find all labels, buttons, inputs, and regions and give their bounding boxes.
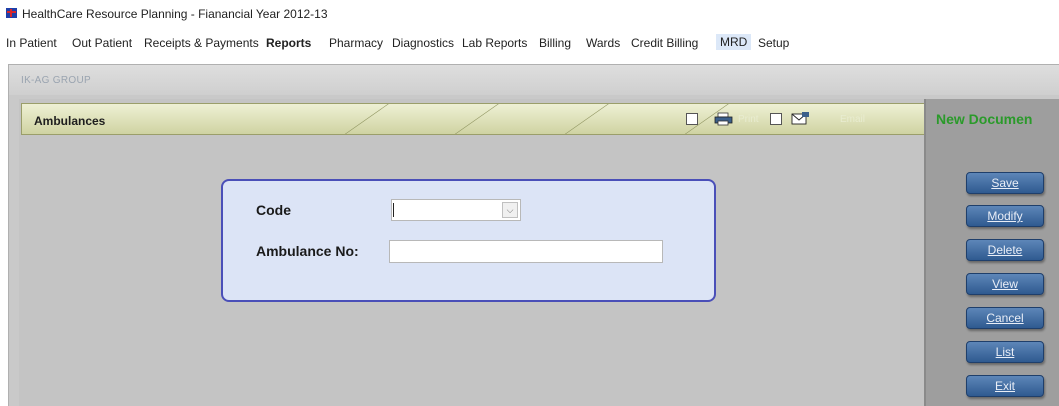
document-status: New Documen	[936, 111, 1033, 127]
action-panel: New Documen Save Modify Delete View Canc…	[924, 99, 1059, 406]
menu-diagnostics[interactable]: Diagnostics	[392, 36, 454, 50]
code-dropdown[interactable]: ⌵	[391, 199, 521, 221]
menu-billing[interactable]: Billing	[539, 36, 571, 50]
cancel-label: Cancel	[986, 311, 1024, 325]
menu-mrd[interactable]: MRD	[716, 34, 752, 50]
view-label: View	[992, 277, 1018, 291]
list-label: List	[995, 345, 1015, 359]
group-label: IK-AG GROUP	[21, 75, 91, 86]
ambulance-no-label: Ambulance No:	[256, 243, 359, 259]
print-checkbox[interactable]	[686, 113, 698, 125]
menu-in-patient[interactable]: In Patient	[6, 36, 57, 50]
chevron-down-icon[interactable]: ⌵	[502, 202, 518, 218]
ambulance-form: Code ⌵ Ambulance No:	[221, 179, 716, 302]
email-label: Email	[840, 114, 866, 125]
cancel-button[interactable]: Cancel	[966, 307, 1044, 329]
email-checkbox[interactable]	[770, 113, 782, 125]
menu-receipts-payments[interactable]: Receipts & Payments	[144, 36, 259, 50]
exit-button[interactable]: Exit	[966, 375, 1044, 397]
email-icon[interactable]	[790, 112, 810, 126]
menu-credit-billing[interactable]: Credit Billing	[631, 36, 698, 50]
code-label: Code	[256, 202, 291, 218]
menu-wards[interactable]: Wards	[586, 36, 620, 50]
delete-button[interactable]: Delete	[966, 239, 1044, 261]
print-label: Print	[738, 114, 759, 125]
module-title: Ambulances	[34, 114, 106, 128]
header-divider	[443, 104, 502, 134]
header-divider	[553, 104, 612, 134]
menu-reports[interactable]: Reports	[266, 36, 311, 50]
menu-pharmacy[interactable]: Pharmacy	[329, 36, 383, 50]
menu-lab-reports[interactable]: Lab Reports	[462, 36, 527, 50]
menu-bar: In Patient Out Patient Receipts & Paymen…	[0, 33, 1059, 55]
view-button[interactable]: View	[966, 273, 1044, 295]
modify-label: Modify	[987, 209, 1023, 223]
module-header-bar: Ambulances Print Email	[21, 103, 926, 135]
app-logo-icon	[6, 8, 17, 18]
list-button[interactable]: List	[966, 341, 1044, 363]
save-label: Save	[991, 176, 1019, 190]
printer-icon[interactable]	[714, 112, 734, 126]
menu-out-patient[interactable]: Out Patient	[72, 36, 132, 50]
text-caret	[393, 203, 394, 217]
window-title: HealthCare Resource Planning - Fianancia…	[22, 7, 328, 21]
menu-setup[interactable]: Setup	[758, 36, 789, 50]
modify-button[interactable]: Modify	[966, 205, 1044, 227]
header-divider	[333, 104, 392, 134]
save-button[interactable]: Save	[966, 172, 1044, 194]
title-bar: HealthCare Resource Planning - Fianancia…	[0, 0, 1059, 28]
exit-label: Exit	[994, 379, 1015, 393]
delete-label: Delete	[987, 243, 1023, 257]
ambulance-no-input[interactable]	[389, 240, 663, 263]
group-header: IK-AG GROUP	[9, 65, 1059, 95]
